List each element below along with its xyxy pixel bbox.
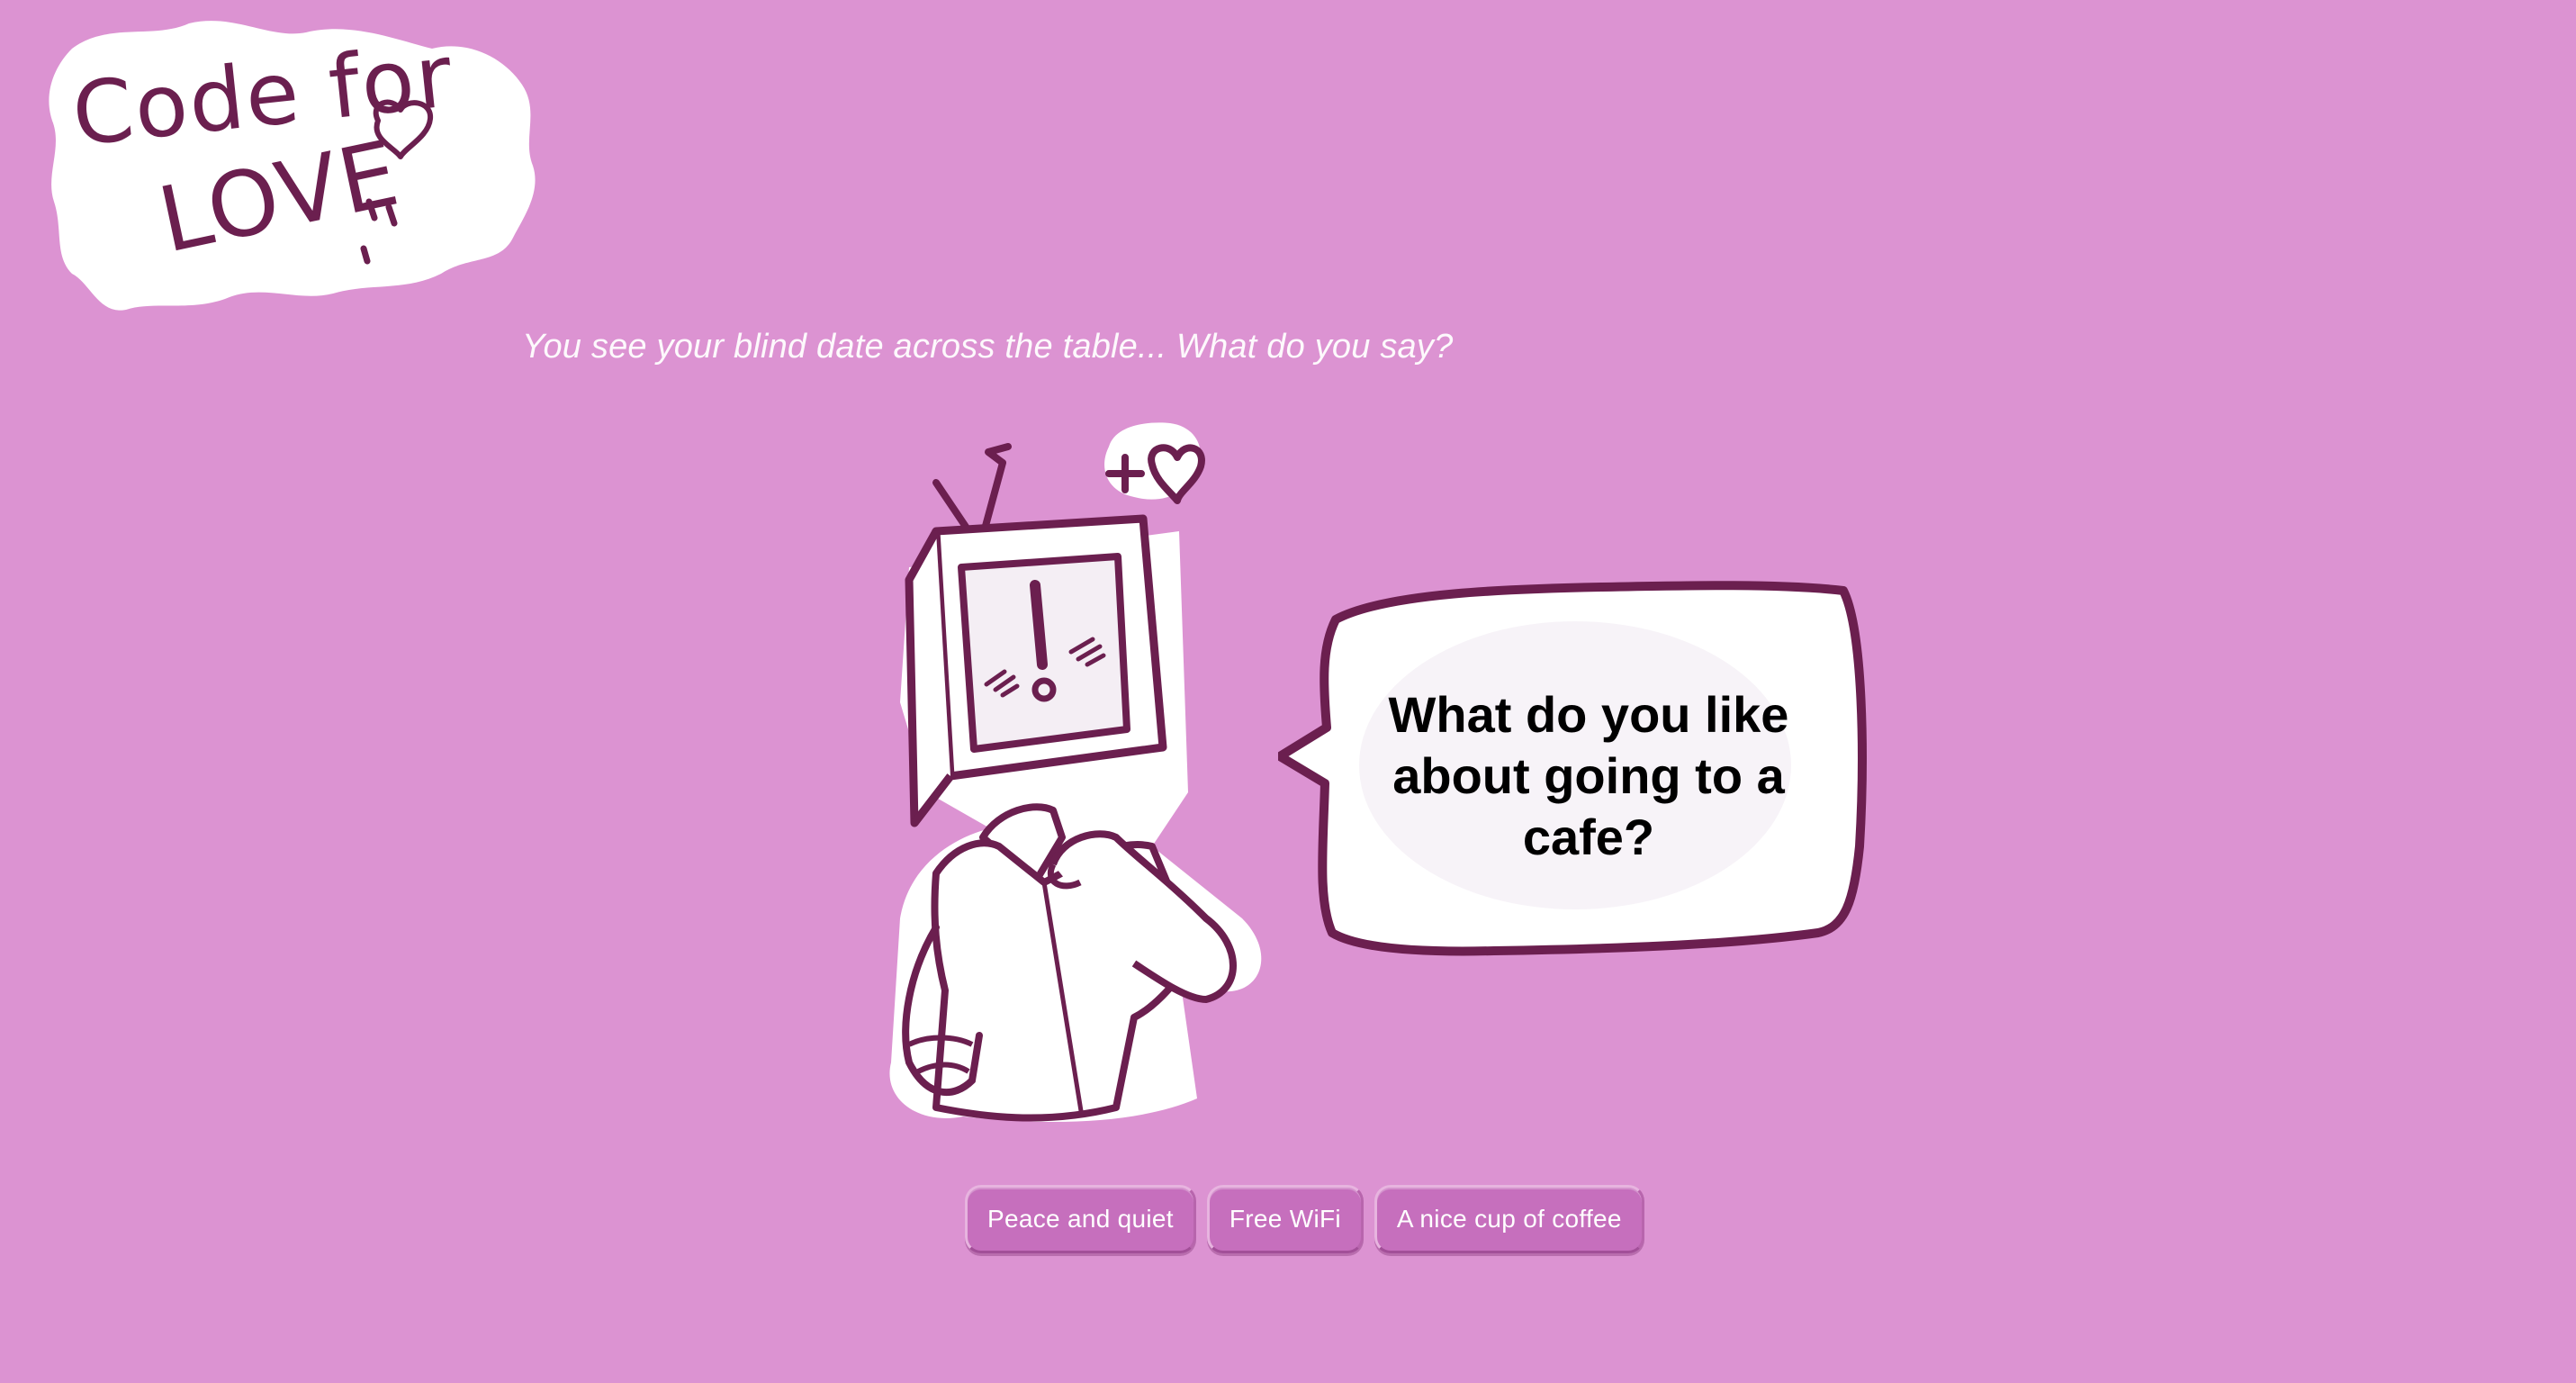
speech-bubble: What do you like about going to a cafe? (1278, 576, 1872, 972)
game-screen: Code for LOVE You see your blind date ac… (0, 0, 2576, 1383)
answer-peace-and-quiet-button[interactable]: Peace and quiet (965, 1185, 1196, 1253)
answer-free-wifi-button[interactable]: Free WiFi (1206, 1185, 1364, 1253)
scene-prompt: You see your blind date across the table… (522, 328, 1454, 366)
code-for-love-logo: Code for LOVE (36, 13, 540, 319)
tv-head-character-icon (774, 414, 1332, 1152)
answer-options: Peace and quiet Free WiFi A nice cup of … (965, 1185, 1644, 1253)
answer-nice-cup-of-coffee-button[interactable]: A nice cup of coffee (1374, 1185, 1644, 1253)
question-text: What do you like about going to a cafe? (1388, 686, 1789, 865)
